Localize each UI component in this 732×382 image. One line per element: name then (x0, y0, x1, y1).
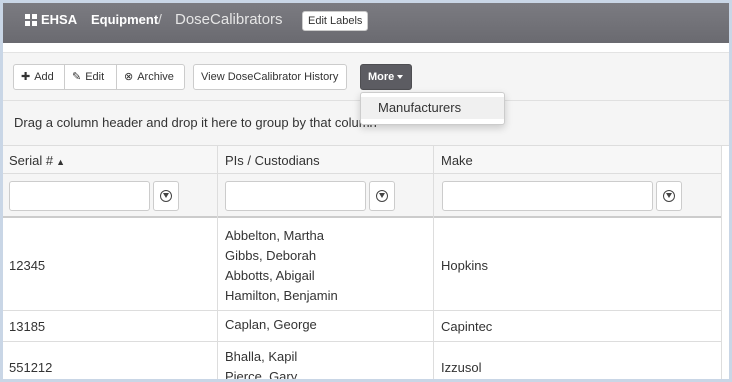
column-header-custodians[interactable]: PIs / Custodians (225, 153, 320, 168)
view-history-button[interactable]: View DoseCalibrator History (193, 64, 347, 90)
cell-serial: 13185 (9, 319, 46, 334)
breadcrumb-equipment[interactable]: Equipment (91, 12, 158, 27)
app-window: EHSA Equipment / DoseCalibrators Edit La… (3, 3, 729, 379)
add-button[interactable]: ✚ Add (13, 64, 65, 90)
custodian-name: Pierce, Gary (225, 369, 298, 379)
edit-button[interactable]: ✎ Edit (65, 64, 117, 90)
custodian-name: Abbotts, Abigail (225, 268, 315, 283)
custodians-filter-input[interactable] (225, 181, 366, 211)
cell-serial: 12345 (9, 258, 46, 273)
more-label: More (368, 71, 395, 83)
custodian-name: Gibbs, Deborah (225, 248, 317, 263)
serial-filter-input[interactable] (9, 181, 150, 211)
filter-row (3, 174, 729, 218)
archive-button[interactable]: ⊗ Archive (116, 64, 185, 90)
column-header-serial[interactable]: Serial # ▲ (9, 153, 65, 168)
grid-icon (25, 13, 37, 26)
filter-icon (160, 190, 172, 202)
column-header-serial-label: Serial # (9, 153, 54, 168)
breadcrumb-separator: / (158, 11, 162, 27)
pencil-icon: ✎ (72, 71, 82, 83)
filter-icon (376, 190, 388, 202)
cell-make: Hopkins (441, 258, 488, 273)
serial-filter-button[interactable] (153, 181, 179, 211)
grid-header-row: Serial # ▲ PIs / Custodians Make (3, 146, 729, 174)
make-filter-button[interactable] (656, 181, 682, 211)
custodian-name: Abbelton, Martha (225, 228, 325, 243)
cell-custodians: Caplan, George (225, 315, 317, 335)
cell-custodians: Abbelton, Martha Gibbs, Deborah Abbotts,… (225, 226, 338, 306)
make-filter-input[interactable] (442, 181, 653, 211)
cell-serial: 551212 (9, 360, 53, 375)
table-row[interactable]: 12345 Abbelton, Martha Gibbs, Deborah Ab… (3, 220, 729, 311)
table-row[interactable]: 551212 Bhalla, Kapil Pierce, Gary Izzuso… (3, 342, 729, 379)
group-hint: Drag a column header and drop it here to… (14, 115, 377, 130)
brand-label: EHSA (41, 12, 78, 27)
plus-icon: ✚ (21, 71, 31, 83)
edit-label: Edit (85, 71, 105, 83)
cell-make: Capintec (441, 319, 493, 334)
add-label: Add (34, 71, 54, 83)
column-divider (433, 146, 434, 379)
caret-down-icon (397, 75, 404, 79)
archive-label: Archive (137, 71, 174, 83)
top-navbar: EHSA Equipment / DoseCalibrators Edit La… (3, 3, 729, 43)
column-divider (217, 146, 218, 379)
custodian-name: Caplan, George (225, 317, 317, 332)
custodian-name: Bhalla, Kapil (225, 349, 298, 364)
cell-custodians: Bhalla, Kapil Pierce, Gary (225, 347, 297, 379)
menu-item-manufacturers[interactable]: Manufacturers (361, 97, 504, 119)
brand-link[interactable]: EHSA (25, 12, 77, 27)
page-title: DoseCalibrators (175, 11, 283, 28)
sort-ascending-icon: ▲ (56, 157, 65, 167)
edit-labels-button[interactable]: Edit Labels (302, 11, 369, 31)
filter-icon (663, 190, 675, 202)
column-header-make[interactable]: Make (441, 153, 473, 168)
more-button[interactable]: More (360, 64, 412, 90)
grid-right-edge (721, 146, 729, 379)
history-label: View DoseCalibrator History (201, 71, 339, 83)
circle-x-icon: ⊗ (124, 71, 134, 83)
custodians-filter-button[interactable] (369, 181, 395, 211)
custodian-name: Hamilton, Benjamin (225, 288, 338, 303)
cell-make: Izzusol (441, 360, 482, 375)
table-row[interactable]: 13185 Caplan, George Capintec (3, 311, 729, 342)
more-dropdown-menu: Manufacturers (360, 92, 505, 125)
